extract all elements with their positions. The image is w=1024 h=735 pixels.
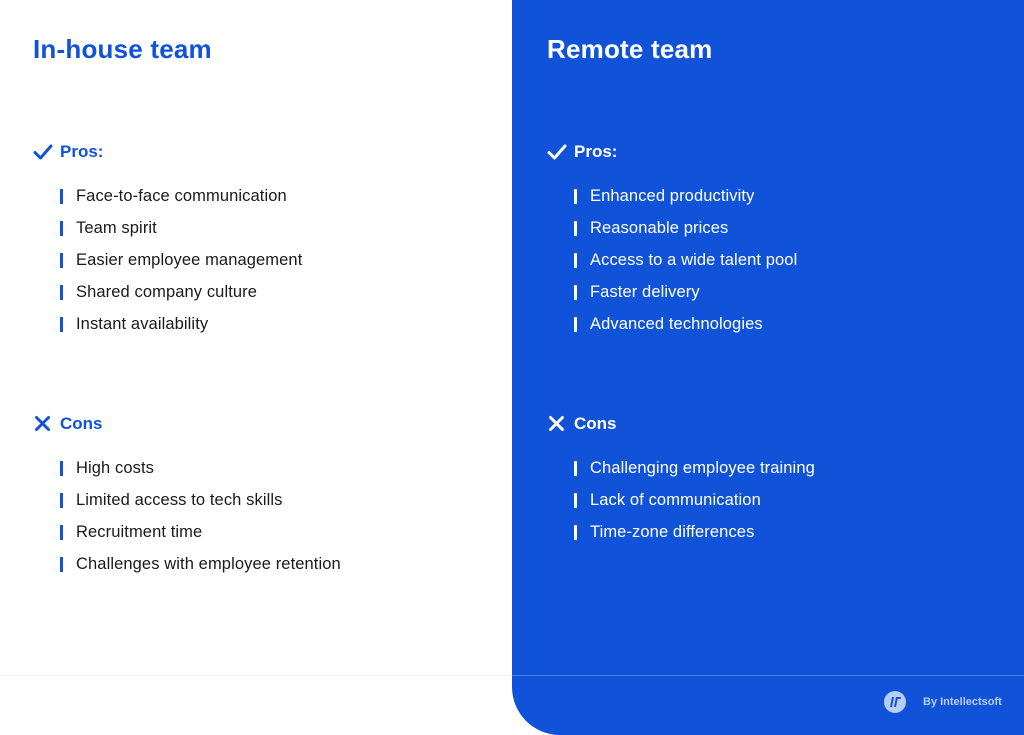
- remote-title: Remote team: [547, 34, 713, 64]
- list-item: High costs: [60, 452, 341, 484]
- list-item: Challenging employee training: [574, 452, 815, 484]
- in-house-cons-heading: Cons: [33, 414, 103, 434]
- bullet-bar: [574, 524, 577, 540]
- item-text: High costs: [76, 458, 155, 477]
- bullet-bar: [60, 284, 63, 300]
- footer-divider-accent: [512, 675, 1024, 676]
- pros-label: Pros:: [60, 142, 104, 161]
- item-text: Reasonable prices: [590, 218, 729, 237]
- bullet-bar: [574, 252, 577, 268]
- list-item: Limited access to tech skills: [60, 484, 341, 516]
- list-item: Faster delivery: [574, 276, 797, 308]
- list-item: Enhanced productivity: [574, 180, 797, 212]
- bullet-bar: [574, 220, 577, 236]
- item-text: Advanced technologies: [590, 314, 763, 333]
- bullet-bar: [574, 460, 577, 476]
- item-text: Shared company culture: [76, 282, 258, 301]
- remote-panel: [512, 0, 1024, 735]
- list-item: Easier employee management: [60, 244, 302, 276]
- bullet-bar: [60, 316, 63, 332]
- remote-cons-heading: Cons: [547, 414, 617, 434]
- list-item: Face-to-face communication: [60, 180, 302, 212]
- list-item: Instant availability: [60, 308, 302, 340]
- bullet-bar: [60, 460, 63, 476]
- checkmark-icon: [33, 142, 53, 162]
- remote-cons-list: Challenging employee training Lack of co…: [574, 452, 815, 548]
- intellectsoft-logo-icon: [884, 691, 906, 713]
- bullet-bar: [60, 188, 63, 204]
- item-text: Limited access to tech skills: [76, 490, 283, 509]
- list-item: Reasonable prices: [574, 212, 797, 244]
- x-icon: [33, 414, 53, 434]
- list-item: Advanced technologies: [574, 308, 797, 340]
- remote-pros-list: Enhanced productivity Reasonable prices …: [574, 180, 797, 340]
- list-item: Challenges with employee retention: [60, 548, 341, 580]
- brand-text: By Intellectsoft: [923, 696, 1002, 708]
- list-item: Team spirit: [60, 212, 302, 244]
- list-item: Time-zone differences: [574, 516, 815, 548]
- item-text: Easier employee management: [76, 250, 303, 269]
- bullet-bar: [574, 316, 577, 332]
- item-text: Face-to-face communication: [76, 186, 287, 205]
- in-house-pros-heading: Pros:: [33, 142, 103, 162]
- item-text: Lack of communication: [590, 490, 761, 509]
- bullet-bar: [60, 556, 63, 572]
- in-house-panel: [0, 0, 512, 735]
- list-item: Access to a wide talent pool: [574, 244, 797, 276]
- bullet-bar: [60, 220, 63, 236]
- bullet-bar: [60, 492, 63, 508]
- item-text: Time-zone differences: [590, 522, 755, 541]
- item-text: Faster delivery: [590, 282, 700, 301]
- in-house-cons-list: High costs Limited access to tech skills…: [60, 452, 341, 580]
- list-item: Shared company culture: [60, 276, 302, 308]
- bullet-bar: [574, 188, 577, 204]
- in-house-title: In-house team: [33, 34, 212, 64]
- item-text: Enhanced productivity: [590, 186, 755, 205]
- remote-pros-heading: Pros:: [547, 142, 617, 162]
- bullet-bar: [574, 284, 577, 300]
- list-item: Lack of communication: [574, 484, 815, 516]
- bullet-bar: [574, 492, 577, 508]
- pros-label: Pros:: [574, 142, 618, 161]
- footer-divider: [0, 675, 512, 676]
- cons-label: Cons: [60, 414, 103, 433]
- checkmark-icon: [547, 142, 567, 162]
- item-text: Recruitment time: [76, 522, 203, 541]
- x-icon: [547, 414, 567, 434]
- item-text: Challenging employee training: [590, 458, 815, 477]
- in-house-pros-list: Face-to-face communication Team spirit E…: [60, 180, 302, 340]
- item-text: Team spirit: [76, 218, 157, 237]
- bullet-bar: [60, 252, 63, 268]
- footer-brand: By Intellectsoft: [884, 691, 1002, 713]
- item-text: Challenges with employee retention: [76, 554, 341, 573]
- item-text: Instant availability: [76, 314, 209, 333]
- item-text: Access to a wide talent pool: [590, 250, 798, 269]
- bullet-bar: [60, 524, 63, 540]
- cons-label: Cons: [574, 414, 617, 433]
- list-item: Recruitment time: [60, 516, 341, 548]
